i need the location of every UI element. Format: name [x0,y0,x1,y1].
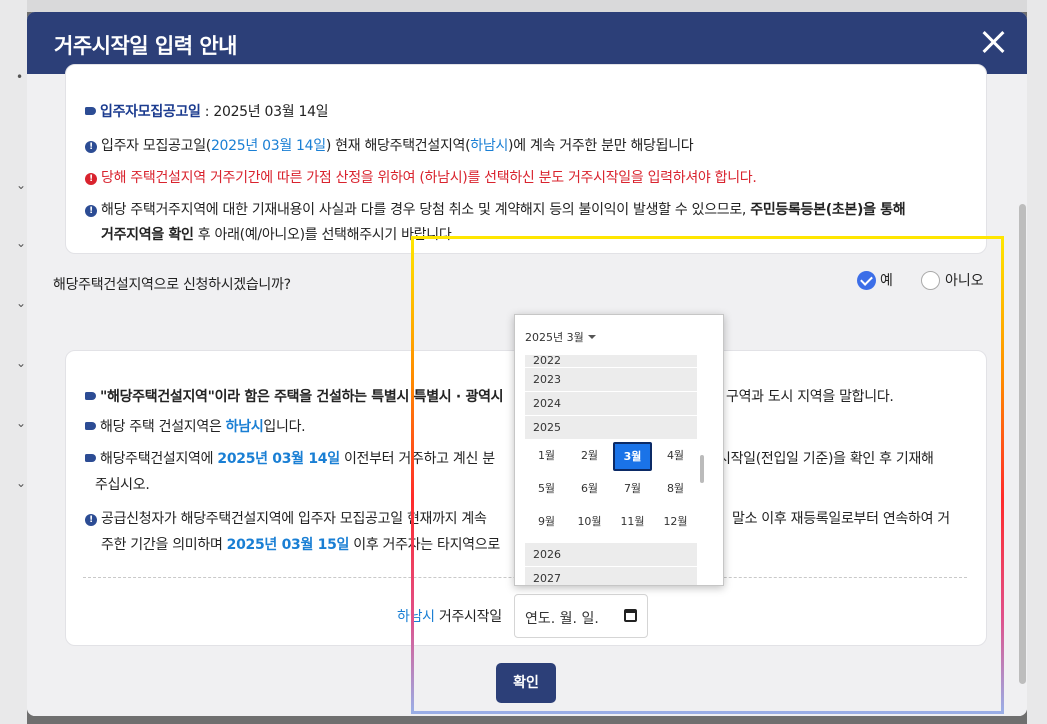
detail-line-definition-end: 구역과 도시 지역을 말합니다. [726,389,894,405]
megaphone-icon [85,107,96,115]
year-option[interactable]: 2027 [525,567,697,585]
date-picker-scrollbar[interactable] [700,455,704,483]
month-grid: 1월 2월 3월 4월 5월 6월 7월 8월 9월 10월 11월 12월 [525,440,697,543]
close-icon[interactable] [977,26,1009,58]
month-option-selected[interactable]: 3월 [613,442,652,471]
radio-yes[interactable]: 예 [857,270,893,290]
warning-icon: ! [85,173,97,185]
year-option[interactable]: 2026 [525,543,697,567]
detail-line-period-cont: 주한 기간을 의미하며 2025년 03월 15일 이후 거주자는 타지역으로 [101,537,500,553]
month-option[interactable]: 10월 [568,508,611,541]
month-option[interactable]: 8월 [654,475,697,508]
month-option[interactable]: 4월 [654,442,697,475]
radio-no[interactable]: 아니오 [921,270,984,290]
background-left-panel: • ⌄ ⌄ ⌄ ⌄ ⌄ ⌄ [0,0,27,724]
detail-line-period: ! 공급신청자가 해당주택건설지역에 입주자 모집공고일 현재까지 계속 [85,508,487,528]
notice-line-announcement: 입주자모집공고일 : 2025년 03월 14일 [85,101,329,121]
year-option[interactable]: 2024 [525,392,697,416]
notice-line-warning: ! 당해 주택건설지역 거주기간에 따른 가점 산정을 위하여 (하남시)를 선택… [85,167,757,187]
background-chevron-icon: ⌄ [16,236,27,250]
region-question: 해당주택건설지역으로 신청하시겠습니까? [53,277,291,293]
background-chevron-icon: ⌄ [16,356,27,370]
notice-line-eligibility: ! 입주자 모집공고일(2025년 03월 14일) 현재 해당주택건설지역(하남… [85,135,694,155]
megaphone-icon [85,422,96,430]
confirm-button[interactable]: 확인 [496,663,556,703]
detail-line-instruction-end: 시작일(전입일 기준)을 확인 후 기재해 [718,451,934,467]
month-option[interactable]: 12월 [654,508,697,541]
month-option[interactable]: 2월 [568,442,611,475]
background-chevron-icon: ⌄ [16,296,27,310]
year-option[interactable]: 2023 [525,368,697,392]
year-option[interactable]: 2025 [525,416,697,440]
detail-line-instruction: 해당주택건설지역에 2025년 03월 14일 이전부터 거주하고 계신 분 [85,448,495,468]
date-picker-month-selector[interactable]: 2025년 3월 [525,329,596,345]
empty-radio-icon [921,270,940,290]
background-right-panel [1027,0,1047,724]
detail-line-period-end: 말소 이후 재등록일로부터 연속하여 거 [732,511,950,527]
month-option[interactable]: 9월 [525,508,568,541]
background-bullet: • [16,70,24,84]
background-top [0,0,1047,12]
detail-line-region: 해당 주택 건설지역은 하남시입니다. [85,416,306,436]
calendar-icon[interactable] [624,609,637,622]
background-chevron-icon: ⌄ [16,178,27,192]
modal-scrollbar[interactable] [1019,204,1026,684]
year-option[interactable]: 2022 [525,355,697,368]
notice-line-caution: ! 해당 주택거주지역에 대한 기재내용이 사실과 다를 경우 당첨 취소 및 계… [85,199,906,219]
checked-radio-icon [857,270,876,290]
detail-line-instruction-cont: 주십시오. [95,477,150,493]
background-chevron-icon: ⌄ [16,416,27,430]
background-chevron-icon: ⌄ [16,476,27,490]
modal-title: 거주시작일 입력 안내 [54,34,238,58]
date-picker-year-list: 2022 2023 2024 2025 1월 2월 3월 4월 5월 6월 7월… [525,355,697,585]
caret-down-icon [587,335,596,339]
month-option[interactable]: 1월 [525,442,568,475]
date-picker-popup: 2025년 3월 2022 2023 2024 2025 1월 2월 3월 4월… [514,314,724,586]
month-option[interactable]: 6월 [568,475,611,508]
residence-start-date-input[interactable]: 연도. 월. 일. [514,594,648,638]
date-field-label: 하남시 거주시작일 [397,609,502,625]
info-icon: ! [85,205,97,217]
megaphone-icon [85,392,96,400]
info-icon: ! [85,514,97,526]
month-option[interactable]: 5월 [525,475,568,508]
month-option[interactable]: 7월 [611,475,654,508]
detail-line-definition: "해당주택건설지역"이라 함은 주택을 건설하는 특별시 특별시 · 광역시 [85,386,504,406]
megaphone-icon [85,454,96,462]
info-icon: ! [85,141,97,153]
month-option[interactable]: 11월 [611,508,654,541]
notice-line-caution-cont: 거주지역을 확인 후 아래(예/아니오)를 선택해주시기 바랍니다. [101,227,456,243]
